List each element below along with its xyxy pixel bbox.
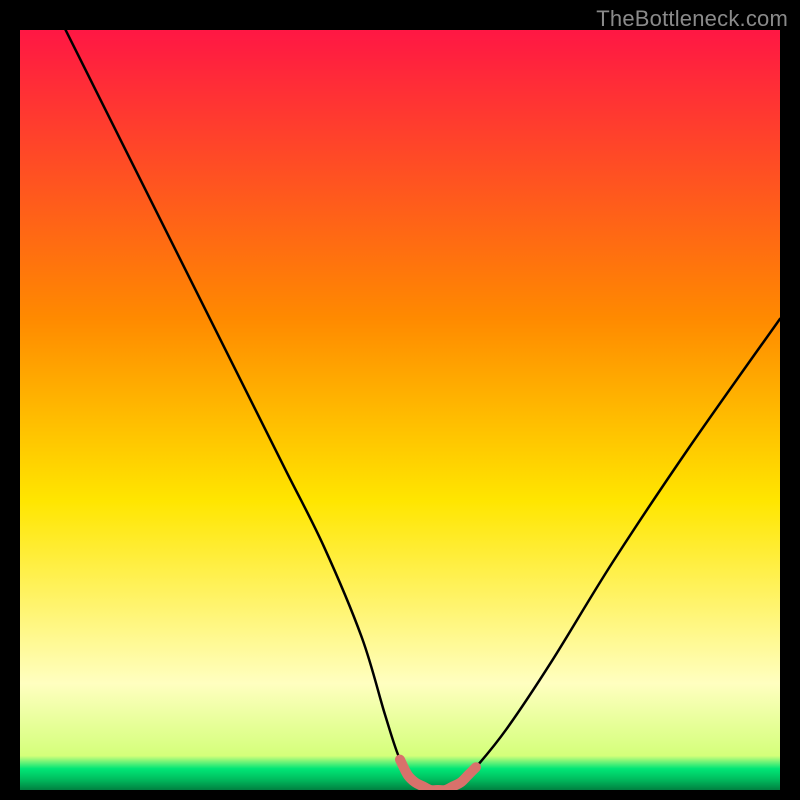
curve-layer	[20, 30, 780, 790]
watermark-text: TheBottleneck.com	[596, 6, 788, 32]
chart-stage: TheBottleneck.com	[0, 0, 800, 800]
optimal-range-marker	[400, 760, 476, 790]
bottleneck-curve	[66, 30, 780, 790]
plot-area	[20, 30, 780, 790]
